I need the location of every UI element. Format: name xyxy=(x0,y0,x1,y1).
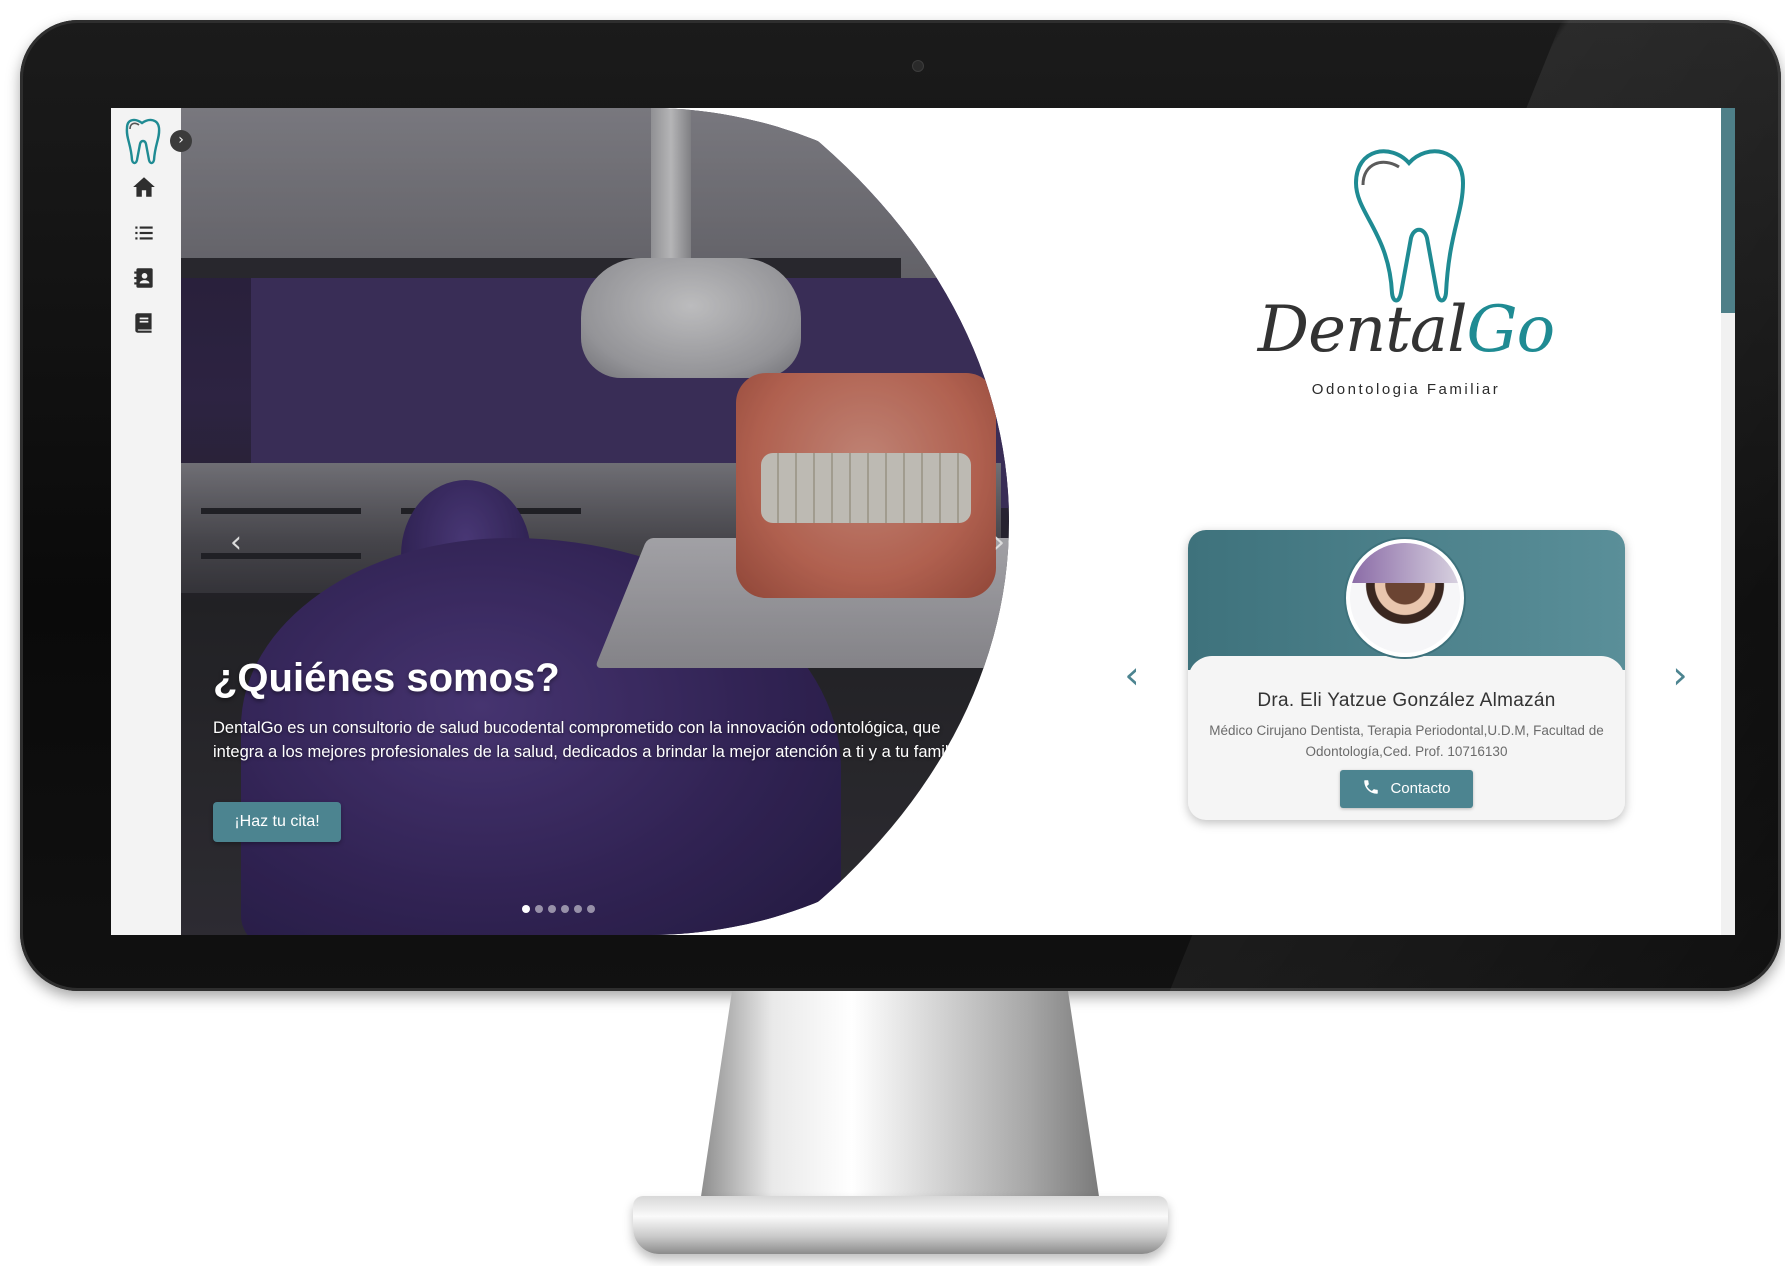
hero-description: DentalGo es un consultorio de salud buco… xyxy=(213,719,966,761)
list-icon[interactable] xyxy=(131,220,157,246)
sidebar: › xyxy=(111,108,192,935)
contact-book-icon[interactable] xyxy=(131,265,157,291)
slider-dot-6[interactable] xyxy=(587,905,595,913)
hero-title: ¿Quiénes somos? xyxy=(213,656,560,700)
slider-dot-5[interactable] xyxy=(574,905,582,913)
camera-dot xyxy=(912,60,924,72)
doctor-name: Dra. Eli Yatzue González Almazán xyxy=(1257,690,1556,711)
doctor-card: Dra. Eli Yatzue González Almazán Médico … xyxy=(1188,530,1625,820)
doctor-prev-arrow[interactable]: ‹ xyxy=(1117,653,1147,697)
book-icon[interactable] xyxy=(131,310,157,336)
phone-icon xyxy=(1362,773,1380,794)
website-screen: › ‹ › ¿Quiénes somos? DentalGo es un con… xyxy=(111,108,1735,935)
brand-logo: DentalGo Odontologia Familiar xyxy=(1241,143,1571,428)
slider-dot-4[interactable] xyxy=(561,905,569,913)
slider-dot-3[interactable] xyxy=(548,905,556,913)
brand-name: DentalGo xyxy=(1257,293,1555,367)
monitor-stand-base xyxy=(633,1196,1168,1254)
slider-dots xyxy=(522,905,595,913)
hero-next-arrow[interactable]: › xyxy=(986,526,1009,560)
monitor-bezel: › ‹ › ¿Quiénes somos? DentalGo es un con… xyxy=(20,20,1781,991)
slider-dot-2[interactable] xyxy=(535,905,543,913)
doctor-avatar xyxy=(1346,539,1464,657)
home-icon[interactable] xyxy=(131,174,157,200)
book-appointment-button[interactable]: ¡Haz tu cita! xyxy=(213,802,341,842)
hero-slider: ‹ › ¿Quiénes somos? DentalGo es un consu… xyxy=(181,108,1009,935)
hero-prev-arrow[interactable]: ‹ xyxy=(223,526,249,560)
tooth-logo-icon[interactable] xyxy=(118,114,168,166)
contact-button[interactable]: Contacto xyxy=(1340,770,1473,808)
monitor-stand-neck xyxy=(700,991,1100,1203)
slider-dot-1[interactable] xyxy=(522,905,530,913)
doctor-next-arrow[interactable]: › xyxy=(1665,653,1695,697)
tooth-logo-large-icon xyxy=(1353,149,1466,303)
contact-label: Contacto xyxy=(1390,780,1451,797)
brand-tagline: Odontologia Familiar xyxy=(1311,381,1501,398)
sidebar-toggle-button[interactable]: › xyxy=(170,130,192,152)
scrollbar-thumb[interactable] xyxy=(1721,108,1735,313)
doctor-credentials: Médico Cirujano Dentista, Terapia Period… xyxy=(1209,723,1604,759)
